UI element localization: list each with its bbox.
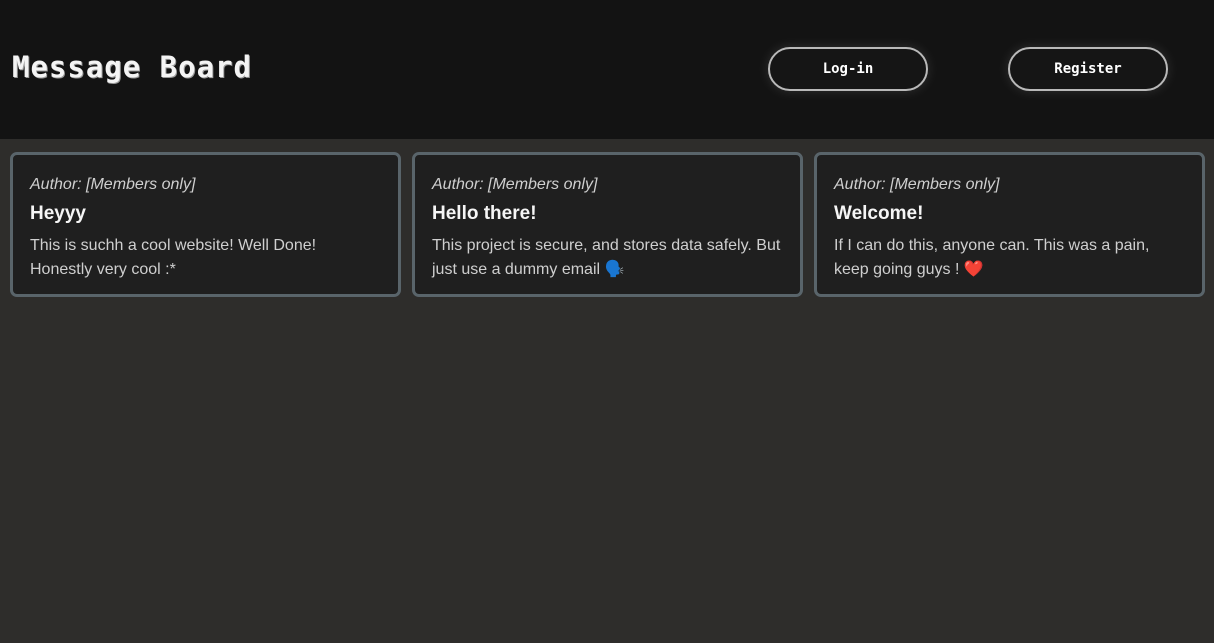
message-title: Hello there! (432, 203, 537, 224)
message-author: Author: [Members only] (30, 176, 196, 193)
message-card: Author: [Members only] Welcome! If I can… (814, 152, 1205, 297)
message-card: Author: [Members only] Heyyy This is suc… (10, 152, 401, 297)
site-header: Message Board Log-in Register (0, 0, 1214, 139)
message-author: Author: [Members only] (432, 176, 598, 193)
message-title: Heyyy (30, 203, 86, 224)
site-title: Message Board (12, 50, 252, 84)
message-card: Author: [Members only] Hello there! This… (412, 152, 803, 297)
message-body: If I can do this, anyone can. This was a… (834, 237, 1150, 278)
message-title: Welcome! (834, 203, 924, 224)
message-body: This is suchh a cool website! Well Done!… (30, 237, 317, 278)
message-author: Author: [Members only] (834, 176, 1000, 193)
message-body: This project is secure, and stores data … (432, 237, 781, 278)
message-list: Author: [Members only] Heyyy This is suc… (10, 152, 1205, 297)
login-button[interactable]: Log-in (768, 47, 928, 91)
register-button[interactable]: Register (1008, 47, 1168, 91)
